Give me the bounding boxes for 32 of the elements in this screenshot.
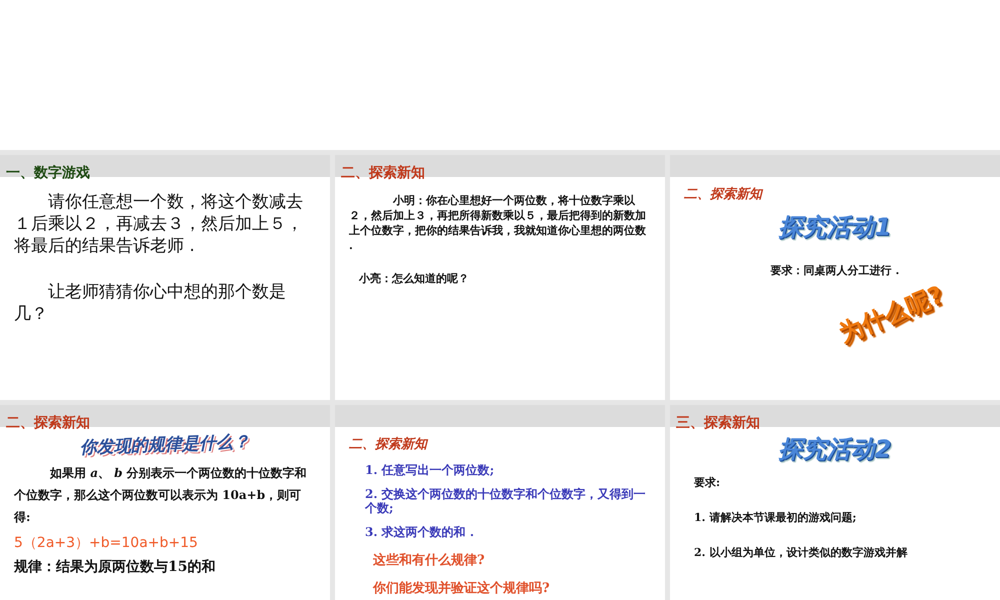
step-text: 3. 求这两个数的和 . bbox=[365, 525, 476, 539]
slide-text: 要求: bbox=[694, 475, 722, 490]
slide-paragraph: 让老师猜猜你心中想的那个数是几？ bbox=[14, 281, 287, 325]
slide-title: 二、探索新知 bbox=[6, 415, 90, 431]
question-text: 你们能发现并验证这个规律吗? bbox=[373, 580, 551, 597]
wordart-title: 你发现的规律是什么？ bbox=[80, 431, 250, 459]
slide-paragraph: 小明：你在心里想好一个两位数，将十位数字乘以２，然后加上３，再把所得新数乘以５，最后把得到的新数加上个位数字，把你的结果告诉我，我就知道你心里想的两位数 . bbox=[349, 193, 647, 253]
slide-text: 要求：同桌两人分工进行 . bbox=[770, 263, 900, 278]
step-text: 1. 任意写出一个两位数; bbox=[365, 463, 496, 477]
section-title: 二、探索新知 bbox=[349, 436, 430, 453]
wordart-title: 探究活动1 bbox=[778, 212, 892, 243]
slide-title: 二、探索新知 bbox=[341, 165, 425, 181]
slide-thumbnail[interactable]: 二、探索新知 探究活动1 要求：同桌两人分工进行 . 为什么呢? bbox=[670, 155, 1000, 400]
slide-thumbnail[interactable]: 二、探索新知 你发现的规律是什么？ 如果用 a、 b 分别表示一个两位数的十位数字和个位数字，那么这个两位数可以表示为 10a+b，则可得: 5（2a+3）+b=10a+b+15 规律：结果为原两位数与15的和 bbox=[0, 405, 330, 600]
slide-paragraph: 请你任意想一个数，将这个数减去１后乘以２，再减去３，然后加上５，将最后的结果告诉老师 . bbox=[14, 191, 304, 257]
slide-title: 三、探索新知 bbox=[676, 415, 760, 431]
slide-text: 小亮：怎么知道的呢？ bbox=[359, 271, 470, 286]
slide-paragraph: 如果用 a、 b 分别表示一个两位数的十位数字和个位数字，那么这个两位数可以表示为 10a+b，则可得: bbox=[14, 465, 308, 526]
slide-thumbnail[interactable]: 一、数字游戏 请你任意想一个数，将这个数减去１后乘以２，再减去３，然后加上５，将最后的结果告诉老师 . 让老师猜猜你心中想的那个数是几？ bbox=[0, 155, 330, 400]
question-text: 这些和有什么规律? bbox=[373, 552, 486, 569]
wordart-question: 为什么呢? bbox=[834, 279, 948, 350]
step-text: 2. 交换这个两位数的十位数字和个位数字，又得到一个数; bbox=[365, 487, 647, 515]
slide-thumbnail[interactable]: 二、探索新知 小明：你在心里想好一个两位数，将十位数字乘以２，然后加上３，再把所得新数乘以５，最后把得到的新数加上个位数字，把你的结果告诉我，我就知道你心里想的两位数 . 小亮：怎么知道的呢？ bbox=[335, 155, 665, 400]
slide-title: 一、数字游戏 bbox=[6, 165, 90, 181]
conclusion-text: 规律：结果为原两位数与15的和 bbox=[14, 558, 216, 576]
section-title: 二、探索新知 bbox=[684, 186, 764, 203]
slide-text: 1. 请解决本节课最初的游戏问题; bbox=[694, 510, 858, 525]
slide-thumbnail[interactable]: 三、探索新知 探究活动2 要求: 1. 请解决本节课最初的游戏问题; 2. 以小组为单位，设计类似的数字游戏并解 bbox=[670, 405, 1000, 600]
slide-thumbnail[interactable]: 二、探索新知 1. 任意写出一个两位数; 2. 交换这个两位数的十位数字和个位数字，又得到一个数; 3. 求这两个数的和 . 这些和有什么规律? 你们能发现并验证这个规律吗? bbox=[335, 405, 665, 600]
formula-text: 5（2a+3）+b=10a+b+15 bbox=[14, 534, 199, 552]
slide-text: 2. 以小组为单位，设计类似的数字游戏并解 bbox=[694, 545, 908, 560]
wordart-title: 探究活动2 bbox=[778, 434, 892, 465]
